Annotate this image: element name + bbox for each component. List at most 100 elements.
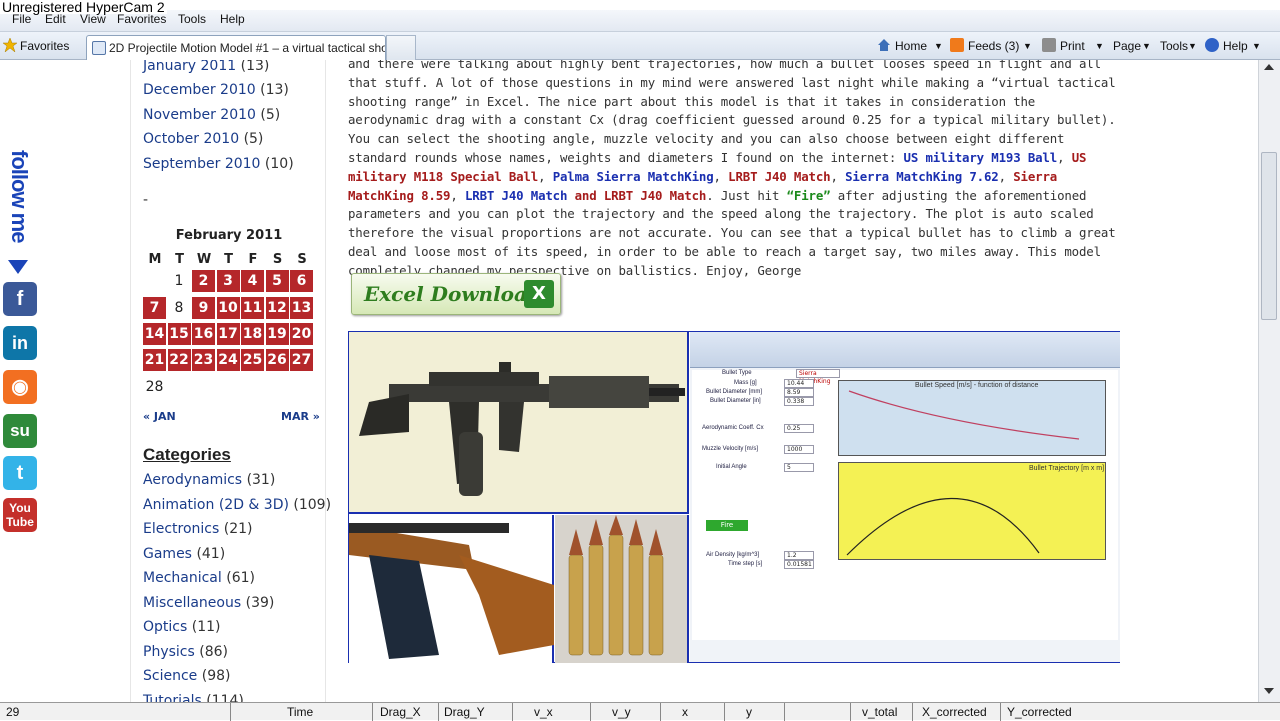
category-item[interactable]: Physics (86) [143, 644, 228, 660]
home-button[interactable]: Home [895, 39, 927, 53]
feeds-icon [950, 38, 964, 52]
recorder-watermark: Unregistered HyperCam 2 [0, 0, 167, 15]
round-link[interactable]: Palma Sierra MatchKing [553, 169, 714, 184]
youtube-icon[interactable]: You Tube [3, 498, 37, 532]
category-item[interactable]: Games (41) [143, 546, 225, 562]
round-link[interactable]: LRBT J40 Match [728, 169, 830, 184]
archive-item[interactable]: December 2010 (13) [143, 82, 289, 98]
rss-icon[interactable]: ◉ [3, 370, 37, 404]
tools-menu-button[interactable]: Tools [1160, 39, 1188, 53]
scroll-down-arrow-icon[interactable] [1264, 688, 1274, 694]
round-link[interactable]: Sierra MatchKing 7.62 [845, 169, 999, 184]
calendar-day[interactable]: 17 [216, 323, 240, 345]
feeds-button[interactable]: Feeds (3) [968, 39, 1019, 53]
calendar-day[interactable]: 25 [241, 349, 264, 371]
page-menu-button[interactable]: Page [1113, 39, 1141, 53]
linkedin-icon[interactable]: in [3, 326, 37, 360]
help-button[interactable]: Help [1223, 39, 1248, 53]
article-image[interactable]: Bullet Type Sierra MatchKing Mass [g] 10… [348, 331, 1120, 663]
chevron-down-icon[interactable]: ▼ [934, 41, 943, 51]
calendar-day[interactable]: 19 [265, 323, 289, 345]
calendar-day[interactable]: 16 [192, 323, 215, 345]
menu-tools[interactable]: Tools [178, 12, 206, 26]
calendar-day[interactable]: 2 [192, 270, 215, 292]
calendar-day[interactable]: 14 [143, 323, 166, 345]
excel-download-button[interactable]: Excel Download X [351, 273, 561, 315]
article-body: and there were talking about highly bent… [348, 60, 1116, 278]
archive-item[interactable]: January 2011 (13) [143, 60, 269, 74]
calendar-day[interactable]: 15 [167, 323, 191, 345]
download-label: Excel Download [364, 282, 541, 306]
calendar-day[interactable]: 4 [241, 270, 264, 292]
menu-help[interactable]: Help [220, 12, 245, 26]
vertical-scrollbar[interactable] [1258, 60, 1280, 702]
excel-icon: X [524, 280, 554, 308]
calendar-day[interactable]: 20 [290, 323, 313, 345]
calendar-day[interactable]: 13 [290, 297, 313, 319]
calendar-day[interactable]: 23 [192, 349, 215, 371]
category-item[interactable]: Tutorials (114) [143, 693, 244, 703]
ammunition-photo [555, 515, 689, 663]
category-item[interactable]: Electronics (21) [143, 521, 253, 537]
calendar-next-link[interactable]: MAR » [281, 410, 320, 423]
calendar-day[interactable]: 24 [216, 349, 240, 371]
twitter-icon[interactable]: t [3, 456, 37, 490]
scroll-thumb[interactable] [1261, 152, 1277, 320]
calendar-weekday: S [272, 252, 283, 267]
categories-heading: Categories [143, 445, 231, 464]
calendar-day[interactable]: 6 [290, 270, 313, 292]
category-item[interactable]: Science (98) [143, 668, 230, 684]
calendar-day[interactable]: 3 [216, 270, 240, 292]
category-item[interactable]: Animation (2D & 3D) (109) [143, 497, 331, 513]
facebook-icon[interactable]: f [3, 282, 37, 316]
favorites-button[interactable]: Favorites [20, 39, 69, 53]
scroll-up-arrow-icon[interactable] [1264, 64, 1274, 70]
chevron-down-icon[interactable]: ▼ [1188, 41, 1197, 51]
print-button[interactable]: Print [1060, 39, 1085, 53]
chevron-down-icon[interactable]: ▼ [1023, 41, 1032, 51]
chevron-down-icon[interactable]: ▼ [1095, 41, 1104, 51]
category-item[interactable]: Miscellaneous (39) [143, 595, 274, 611]
star-icon [2, 37, 18, 53]
category-item[interactable]: Aerodynamics (31) [143, 472, 275, 488]
new-tab-button[interactable] [386, 35, 416, 60]
calendar-weekday: M [148, 252, 162, 267]
stumbleupon-icon[interactable]: su [3, 414, 37, 448]
calendar-weekday: W [196, 252, 212, 267]
chevron-down-icon[interactable]: ▼ [1252, 41, 1261, 51]
round-link[interactable]: LRBT J40 Match [465, 188, 567, 203]
calendar-day: 1 [174, 273, 184, 289]
archive-item[interactable]: September 2010 (10) [143, 156, 294, 172]
category-item[interactable]: Optics (11) [143, 619, 220, 635]
excel-toolbar [690, 332, 1120, 368]
follow-me-label[interactable]: follow me [4, 150, 32, 278]
rifle-photo [349, 332, 689, 514]
calendar-day[interactable]: 9 [192, 297, 215, 319]
calendar-day[interactable]: 12 [265, 297, 289, 319]
excel-fire-button: Fire [706, 520, 748, 531]
printer-icon [1042, 38, 1056, 52]
calendar-day[interactable]: 5 [265, 270, 289, 292]
calendar-prev-link[interactable]: « JAN [143, 410, 176, 423]
fire-keyword: “Fire” [786, 187, 831, 203]
calendar-day: 28 [145, 379, 164, 395]
calendar-weekday: T [224, 252, 233, 267]
round-link[interactable]: US military M193 Ball [904, 150, 1058, 165]
browser-tab[interactable]: 2D Projectile Motion Model #1 – a virtua… [86, 35, 386, 60]
chevron-down-icon[interactable]: ▼ [1142, 41, 1151, 51]
calendar-day[interactable]: 7 [143, 297, 166, 319]
calendar-day[interactable]: 22 [167, 349, 191, 371]
calendar-day[interactable]: 27 [290, 349, 313, 371]
calendar-weekday: T [175, 252, 184, 267]
round-link[interactable]: and LRBT J40 Match [575, 188, 707, 203]
calendar-day[interactable]: 21 [143, 349, 166, 371]
calendar-day[interactable]: 26 [265, 349, 289, 371]
archive-item[interactable]: November 2010 (5) [143, 107, 280, 123]
calendar-day[interactable]: 11 [241, 297, 264, 319]
arrow-down-icon [8, 260, 28, 274]
category-item[interactable]: Mechanical (61) [143, 570, 255, 586]
archive-item[interactable]: October 2010 (5) [143, 131, 263, 147]
calendar-day[interactable]: 18 [241, 323, 264, 345]
calendar-day[interactable]: 10 [216, 297, 240, 319]
excel-header-strip: 29 Time Drag_X Drag_Y v_x v_y x y v_tota… [0, 702, 1280, 721]
